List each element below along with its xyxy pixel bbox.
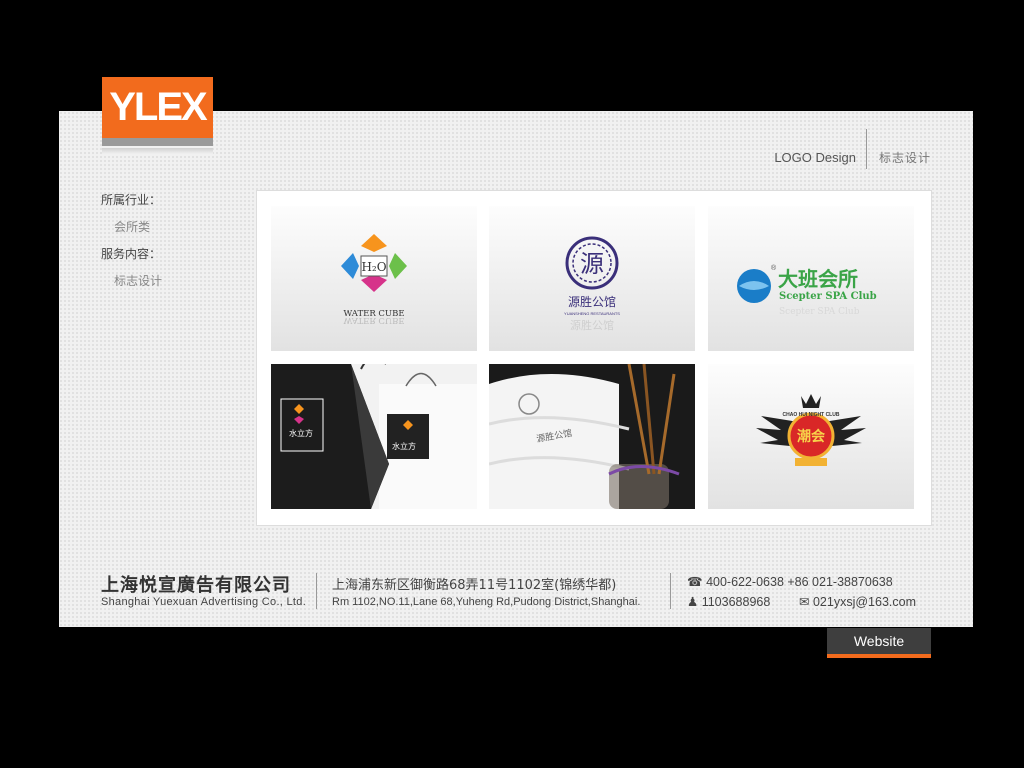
bags-mockup-image: 水立方 水立方 bbox=[271, 364, 477, 509]
address-en: Rm 1102,NO.11,Lane 68,Yuheng Rd,Pudong D… bbox=[332, 596, 641, 608]
yuansheng-mark: 源 bbox=[580, 250, 604, 278]
header-divider bbox=[865, 129, 867, 169]
chaohui-caption: 潮会 bbox=[797, 428, 826, 445]
towel-mockup-image: 源胜公馆 bbox=[489, 364, 695, 509]
scepter-logo: ® 大班会所 Scepter SPA Club Scepter SPA Club bbox=[737, 264, 877, 317]
address-zh: 上海浦东新区御衡路68弄11号1102室(锦绣华都) bbox=[332, 578, 617, 593]
industry-value: 会所类 bbox=[114, 220, 151, 234]
content-panel: LOGO Design 标志设计 所属行业： 会所类 服务内容： 标志设计 H₂… bbox=[59, 111, 973, 627]
svg-text:Scepter SPA Club: Scepter SPA Club bbox=[779, 307, 860, 317]
water-cube-mark: H₂O bbox=[361, 260, 386, 274]
gallery-item-water-cube[interactable]: H₂O WATER CUBE WATER CUBE bbox=[271, 206, 477, 351]
brand-logo-text: YLEX bbox=[109, 85, 207, 129]
qq-icon: ♟ bbox=[687, 595, 699, 609]
gallery-item-towel-mockup[interactable]: 源胜公馆 bbox=[489, 364, 695, 509]
svg-text:水立方: 水立方 bbox=[392, 441, 416, 451]
service-value: 标志设计 bbox=[114, 274, 163, 288]
logo-gallery: H₂O WATER CUBE WATER CUBE 源 源胜公馆 YUANSHE… bbox=[256, 190, 932, 526]
yuansheng-caption: 源胜公馆 bbox=[568, 294, 616, 309]
website-button[interactable]: Website bbox=[827, 628, 931, 658]
mail-icon: ✉ bbox=[799, 595, 810, 609]
footer-divider bbox=[670, 573, 671, 609]
svg-text:源胜公馆: 源胜公馆 bbox=[570, 318, 614, 332]
service-label: 服务内容： bbox=[101, 247, 162, 261]
phone-line: ☎ 400-622-0638 +86 021-38870638 bbox=[687, 574, 893, 589]
logo-shadow bbox=[102, 138, 213, 146]
footer-divider bbox=[316, 573, 317, 609]
bags-mockup-caption: 水立方 bbox=[289, 428, 313, 438]
scepter-mark: ® bbox=[771, 264, 777, 272]
gallery-item-yuansheng[interactable]: 源 源胜公馆 YUANSHENG RESTAURANTS 源胜公馆 bbox=[489, 206, 695, 351]
email-line[interactable]: ✉ 021yxsj@163.com bbox=[799, 594, 916, 609]
gallery-item-chaohui[interactable]: 潮会 CHAO HUI NIGHT CLUB bbox=[708, 364, 914, 509]
brand-logo[interactable]: YLEX bbox=[102, 77, 213, 138]
chaohui-subcaption: CHAO HUI NIGHT CLUB bbox=[783, 412, 840, 418]
yuansheng-subcaption: YUANSHENG RESTAURANTS bbox=[564, 311, 620, 316]
phone-icon: ☎ bbox=[687, 575, 703, 589]
page-header: LOGO Design 标志设计 bbox=[774, 129, 931, 177]
industry-label: 所属行业： bbox=[101, 193, 162, 207]
qq-line: ♟ 1103688968 bbox=[687, 594, 770, 609]
company-name-zh: 上海悦宣廣告有限公司 bbox=[101, 575, 291, 596]
gallery-item-scepter[interactable]: ® 大班会所 Scepter SPA Club Scepter SPA Club bbox=[708, 206, 914, 351]
email-address[interactable]: 021yxsj@163.com bbox=[813, 595, 916, 609]
svg-text:WATER CUBE: WATER CUBE bbox=[343, 315, 404, 325]
qq-number: 1103688968 bbox=[701, 595, 771, 609]
chaohui-logo: 潮会 CHAO HUI NIGHT CLUB bbox=[756, 394, 866, 466]
gallery-item-bags-mockup[interactable]: 水立方 水立方 bbox=[271, 364, 477, 509]
phone-numbers: 400-622-0638 +86 021-38870638 bbox=[706, 575, 893, 589]
company-name-en: Shanghai Yuexuan Advertising Co., Ltd. bbox=[101, 596, 307, 608]
scepter-caption: 大班会所 bbox=[778, 267, 858, 291]
scepter-subcaption: Scepter SPA Club bbox=[779, 291, 877, 302]
yuansheng-logo: 源 源胜公馆 YUANSHENG RESTAURANTS 源胜公馆 bbox=[564, 236, 620, 332]
page-title-zh: 标志设计 bbox=[878, 150, 931, 165]
company-footer: 上海悦宣廣告有限公司 Shanghai Yuexuan Advertising … bbox=[101, 571, 931, 613]
water-cube-logo: H₂O WATER CUBE WATER CUBE bbox=[341, 234, 407, 325]
page-title-en: LOGO Design bbox=[774, 149, 856, 165]
logo-reflection bbox=[102, 148, 213, 154]
project-info: 所属行业： 会所类 服务内容： 标志设计 bbox=[101, 187, 162, 295]
